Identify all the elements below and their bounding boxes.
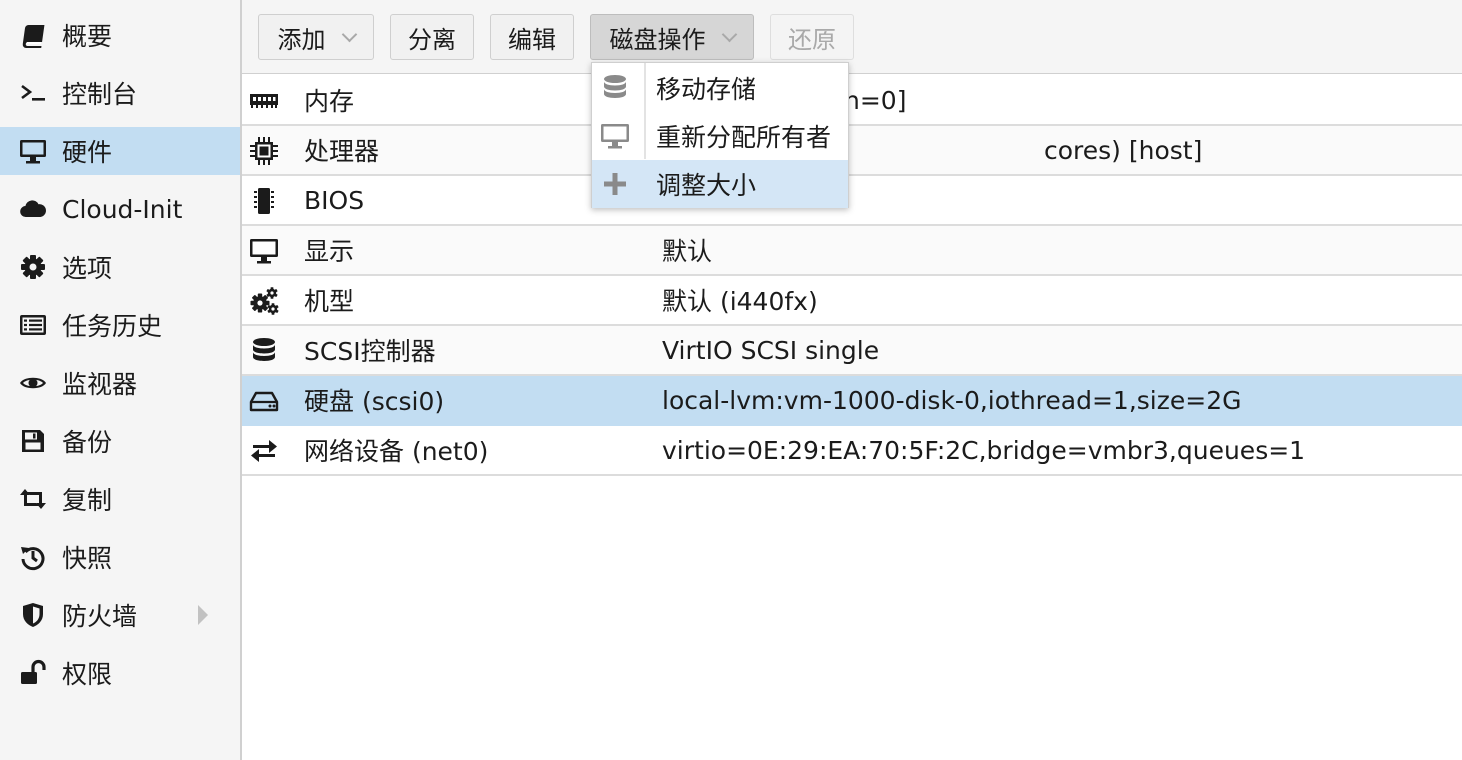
cpu-icon xyxy=(248,135,280,167)
row-value: VirtIO SCSI single xyxy=(662,335,880,365)
sidebar-item-monitor[interactable]: 监视器 xyxy=(0,359,240,407)
sidebar-item-firewall[interactable]: 防火墙 xyxy=(0,591,240,639)
expand-arrow-icon[interactable] xyxy=(198,605,208,625)
menu-item-label: 移动存储 xyxy=(656,75,757,104)
menu-item-resize[interactable]: 调整大小 xyxy=(592,160,848,208)
sidebar-item-label: 监视器 xyxy=(62,370,138,399)
cloud-icon xyxy=(16,192,50,226)
revert-button[interactable]: 还原 xyxy=(770,14,854,60)
desktop-icon xyxy=(248,235,280,267)
sidebar-item-label: 防火墙 xyxy=(62,602,138,631)
table-row[interactable]: SCSI控制器 VirtIO SCSI single xyxy=(242,326,1462,376)
sidebar-item-label: 复制 xyxy=(62,486,113,515)
cogs-icon xyxy=(248,285,280,317)
sidebar: 概要 控制台 硬件 Cloud-Init 选项 任务历史 监视器 备份 复制 快… xyxy=(0,0,242,760)
add-button-label: 添加 xyxy=(277,25,326,54)
table-row-selected[interactable]: 硬盘 (scsi0) local-lvm:vm-1000-disk-0,ioth… xyxy=(242,376,1462,426)
edit-button[interactable]: 编辑 xyxy=(490,14,574,60)
edit-button-label: 编辑 xyxy=(508,25,556,54)
history-icon xyxy=(16,540,50,574)
shield-icon xyxy=(16,598,50,632)
menu-item-reassign-owner[interactable]: 重新分配所有者 xyxy=(592,112,848,160)
table-row[interactable]: 显示 默认 xyxy=(242,226,1462,276)
menu-item-label: 重新分配所有者 xyxy=(656,123,832,152)
database-icon xyxy=(600,73,630,103)
sidebar-item-label: 快照 xyxy=(62,544,113,573)
terminal-icon xyxy=(16,76,50,110)
hdd-icon xyxy=(248,385,280,417)
memory-icon xyxy=(248,85,280,117)
chevron-down-icon xyxy=(721,26,737,42)
row-value: local-lvm:vm-1000-disk-0,iothread=1,size… xyxy=(662,385,1242,415)
row-value: 默认 xyxy=(662,237,713,266)
unlock-icon xyxy=(16,656,50,690)
sidebar-item-replication[interactable]: 复制 xyxy=(0,475,240,523)
row-value: 默认 (i440fx) xyxy=(662,287,818,316)
row-name: 网络设备 (net0) xyxy=(304,437,489,466)
disk-action-button-label: 磁盘操作 xyxy=(609,25,706,54)
chevron-down-icon xyxy=(341,26,357,42)
exchange-icon xyxy=(248,435,280,467)
menu-item-move-storage[interactable]: 移动存储 xyxy=(592,64,848,112)
table-row[interactable]: BIOS xyxy=(242,176,1462,226)
sidebar-item-summary[interactable]: 概要 xyxy=(0,11,240,59)
floppy-icon xyxy=(16,424,50,458)
disk-action-button[interactable]: 磁盘操作 xyxy=(590,14,754,60)
add-button[interactable]: 添加 xyxy=(258,14,374,60)
database-icon xyxy=(248,335,280,367)
table-row[interactable]: 机型 默认 (i440fx) xyxy=(242,276,1462,326)
row-name: 显示 xyxy=(304,237,355,266)
gear-icon xyxy=(16,250,50,284)
sidebar-item-label: 控制台 xyxy=(62,80,138,109)
disk-action-menu: 移动存储 重新分配所有者 调整大小 xyxy=(591,62,849,208)
list-icon xyxy=(16,308,50,342)
sidebar-item-label: 概要 xyxy=(62,22,113,51)
sidebar-item-backup[interactable]: 备份 xyxy=(0,417,240,465)
sidebar-item-snapshot[interactable]: 快照 xyxy=(0,533,240,581)
hardware-grid: 内存 n=0] 处理器 cores) [host] BIOS 显示 默认 机型 … xyxy=(242,76,1462,476)
menu-item-label: 调整大小 xyxy=(656,171,757,200)
sidebar-item-label: 硬件 xyxy=(62,138,113,167)
book-icon xyxy=(16,18,50,52)
desktop-icon xyxy=(16,134,50,168)
sidebar-item-task-history[interactable]: 任务历史 xyxy=(0,301,240,349)
plus-icon xyxy=(600,169,630,199)
revert-button-label: 还原 xyxy=(788,25,836,54)
row-name: 机型 xyxy=(304,287,355,316)
retweet-icon xyxy=(16,482,50,516)
detach-button[interactable]: 分离 xyxy=(390,14,474,60)
sidebar-item-label: 权限 xyxy=(62,660,113,689)
table-row[interactable]: 内存 n=0] xyxy=(242,76,1462,126)
eye-icon xyxy=(16,366,50,400)
row-value: virtio=0E:29:EA:70:5F:2C,bridge=vmbr3,qu… xyxy=(662,435,1306,465)
row-name: BIOS xyxy=(304,185,365,215)
row-name: 处理器 xyxy=(304,137,380,166)
sidebar-item-label: Cloud-Init xyxy=(62,194,183,224)
row-value-partial: cores) [host] xyxy=(1044,135,1203,165)
sidebar-item-label: 备份 xyxy=(62,428,113,457)
sidebar-item-label: 任务历史 xyxy=(62,312,163,341)
toolbar: 添加 分离 编辑 磁盘操作 还原 xyxy=(242,0,1462,74)
detach-button-label: 分离 xyxy=(408,25,456,54)
microchip-icon xyxy=(248,185,280,217)
sidebar-item-permissions[interactable]: 权限 xyxy=(0,649,240,697)
row-value-partial: n=0] xyxy=(844,85,907,115)
sidebar-item-options[interactable]: 选项 xyxy=(0,243,240,291)
table-row[interactable]: 处理器 cores) [host] xyxy=(242,126,1462,176)
row-name: 内存 xyxy=(304,87,355,116)
sidebar-item-cloud-init[interactable]: Cloud-Init xyxy=(0,185,240,233)
desktop-icon xyxy=(600,121,630,151)
row-name: SCSI控制器 xyxy=(304,337,436,366)
sidebar-item-hardware[interactable]: 硬件 xyxy=(0,127,240,175)
sidebar-item-console[interactable]: 控制台 xyxy=(0,69,240,117)
sidebar-item-label: 选项 xyxy=(62,254,113,283)
row-name: 硬盘 (scsi0) xyxy=(304,387,445,416)
table-row[interactable]: 网络设备 (net0) virtio=0E:29:EA:70:5F:2C,bri… xyxy=(242,426,1462,476)
